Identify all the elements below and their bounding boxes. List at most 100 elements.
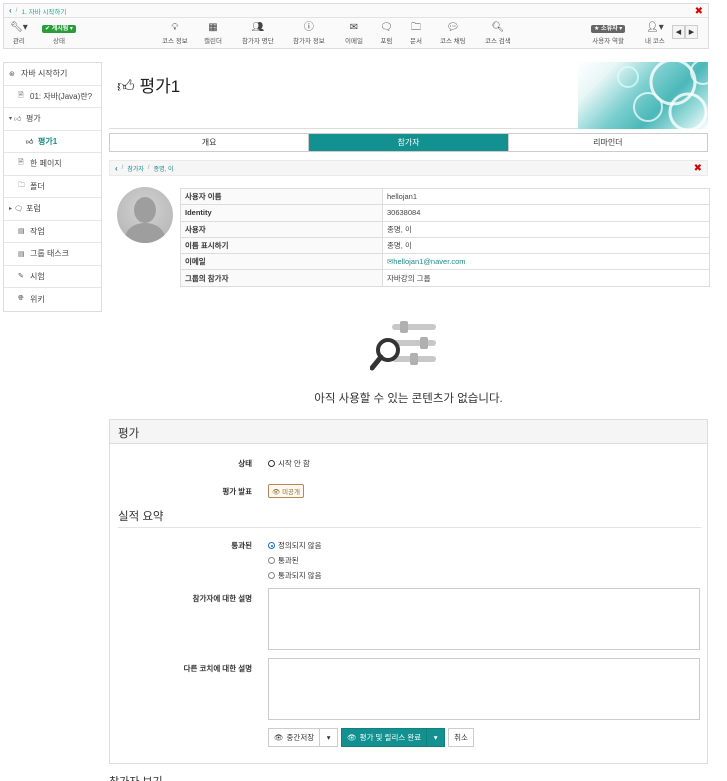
thumbsup-icon: 👍︎	[26, 138, 34, 146]
toolbar-item-calendar[interactable]: ▦ 캘린더	[204, 21, 222, 45]
status-menu[interactable]: ✔ 게시됨 ▾ 상태	[42, 21, 76, 45]
edit-icon: ✎	[18, 273, 24, 281]
admin-label: 관리	[12, 38, 25, 45]
prev-course-button[interactable]: ◀	[672, 25, 685, 39]
caret-down-icon[interactable]: ▾	[9, 115, 12, 122]
save-interim-button[interactable]: 👁︎ 중간저장	[268, 728, 321, 747]
caret-down-icon: ▾	[433, 733, 438, 742]
toolbar-item-documents[interactable]: 🗀︎ 문서	[410, 21, 422, 45]
sidebar-item-assessment1[interactable]: 👍︎ 평가1	[4, 131, 101, 153]
sidebar-item-course-root[interactable]: ⊛ 자바 시작하기	[4, 63, 101, 86]
empty-message: 아직 사용할 수 있는 콘텐츠가 없습니다.	[314, 393, 503, 405]
release-field-label: 평가 발표	[222, 487, 252, 496]
course-sidebar: ⊛ 자바 시작하기 🗎︎ 01: 자바(Java)란? ▾ 👍︎ 평가 👍︎ 평가1 🗎…	[3, 62, 102, 312]
sidebar-item-test[interactable]: ✎ 시험	[4, 266, 101, 288]
sidebar-item-forum[interactable]: ▸ 🗨︎ 포럼	[4, 198, 101, 221]
tab-reminders[interactable]: 리마인더	[508, 134, 707, 151]
summary-heading: 실적 요약	[118, 508, 701, 528]
status-field-label: 상태	[238, 459, 252, 468]
sidebar-item-assessment[interactable]: ▾ 👍︎ 평가	[4, 108, 101, 131]
tab-bar: 개요 참가자 리마인더	[109, 133, 708, 152]
user-icon: 👤︎▾	[646, 22, 664, 33]
thumbsup-icon: 👍︎	[14, 116, 22, 124]
passed-option-failed[interactable]: 통과되지 않음	[268, 570, 321, 581]
page-icon: 🗎︎	[18, 91, 24, 99]
table-row: 이메일 ✉hellojan1@naver.com	[180, 253, 710, 271]
wrench-icon: 🔧︎▾	[10, 22, 28, 33]
tab-participants[interactable]: 참가자	[309, 134, 509, 151]
table-row: Identity 30638084	[180, 204, 710, 222]
eye-icon: 👁︎	[274, 733, 284, 742]
eye-icon: 👁︎	[347, 733, 357, 742]
tab-overview[interactable]: 개요	[110, 134, 310, 151]
participant-comment-textarea[interactable]	[268, 588, 700, 650]
table-row: 사용자 종명, 이	[180, 220, 710, 238]
role-menu[interactable]: ★ 소유자 ▾ 사용자 역할	[591, 21, 626, 45]
table-row: 사용자 이름 hellojan1	[180, 187, 710, 206]
close-icon[interactable]: ✖	[695, 6, 703, 17]
sidebar-item-single-page[interactable]: 🗎︎ 한 페이지	[4, 153, 101, 176]
toolbar-item-forum[interactable]: 🗨︎ 포럼	[380, 21, 393, 45]
breadcrumb-current: 종명, 이	[153, 166, 174, 173]
page-icon: 🗎︎	[18, 159, 24, 167]
my-courses-menu[interactable]: 👤︎▾ 내 코스	[645, 21, 665, 45]
page-header: 👍︎ 평가1	[109, 62, 708, 129]
toolbar-item-participant-info[interactable]: ⓘ 참가자 정보	[293, 21, 325, 45]
top-breadcrumb: ‹ / 1. 자바 시작하기 ✖	[4, 4, 708, 18]
radio-button[interactable]	[268, 572, 275, 579]
header-decoration	[578, 62, 708, 129]
toolbar-item-course-search[interactable]: 🔍︎ 코스 검색	[485, 21, 511, 45]
thumbsup-icon: 👍︎	[117, 77, 135, 96]
breadcrumb-participants-link[interactable]: 참가자	[127, 164, 144, 173]
lightbulb-icon: 💡︎	[171, 22, 179, 33]
passed-field-label: 통과된	[231, 541, 252, 550]
globe-icon: 🌐︎	[18, 295, 24, 303]
table-row: 이름 표시하기 종명, 이	[180, 236, 710, 255]
coach-comment-label: 다른 코치에 대한 설명	[183, 664, 252, 673]
decorative-swirl	[617, 62, 708, 129]
coach-comment-textarea[interactable]	[268, 658, 700, 720]
back-arrow-icon[interactable]: ‹	[115, 164, 118, 173]
caret-down-icon: ▾	[326, 733, 331, 742]
toolbar-item-email[interactable]: ✉ 이메일	[345, 21, 363, 45]
bubble-icon: 💬︎	[446, 22, 460, 33]
participant-comment-label: 참가자에 대한 설명	[192, 594, 252, 603]
chat-icon: 🗨︎	[14, 205, 23, 213]
participant-breadcrumb: ‹ / 참가자 / 종명, 이 ✖	[109, 160, 708, 176]
close-icon[interactable]: ✖	[694, 163, 702, 174]
radio-button[interactable]	[268, 557, 275, 564]
save-options-dropdown[interactable]: ▾	[320, 728, 339, 747]
sidebar-item-wiki[interactable]: 🌐︎ 위키	[4, 288, 101, 311]
page-title: 👍︎ 평가1	[117, 77, 181, 96]
status-label: 상태	[52, 38, 65, 45]
breadcrumb-parent-link[interactable]: 1. 자바 시작하기	[21, 6, 66, 16]
sidebar-item-task[interactable]: ▤ 작업	[4, 221, 101, 243]
toolbar-item-course-chat[interactable]: 💬︎ 코스 채팅	[440, 21, 466, 45]
caret-right-icon[interactable]: ▸	[9, 205, 12, 212]
role-label: 사용자 역할	[592, 38, 624, 45]
course-icon: ⊛	[9, 70, 15, 78]
back-arrow-icon[interactable]: ‹	[9, 6, 12, 15]
eye-icon: 👁︎	[272, 489, 281, 496]
sidebar-item-java-intro[interactable]: 🗎︎ 01: 자바(Java)란?	[4, 86, 101, 108]
complete-options-dropdown[interactable]: ▾	[427, 728, 446, 747]
email-link[interactable]: ✉hellojan1@naver.com	[382, 253, 710, 271]
chat-icon: 🗨︎	[380, 22, 393, 33]
users-icon: 👥︎	[251, 22, 265, 33]
passed-option-undefined[interactable]: 정의되지 않음	[268, 540, 321, 551]
radio-button[interactable]	[268, 542, 275, 549]
table-row: 그룹의 참가자 자바강의 그룹	[180, 269, 710, 287]
course-toolbar: 🔧︎▾ 관리 ✔ 게시됨 ▾ 상태 💡︎ 코스 정보 ▦ 캘린더 👥︎ 참가자 …	[4, 18, 708, 49]
admin-menu[interactable]: 🔧︎▾ 관리	[10, 21, 28, 45]
passed-option-passed[interactable]: 통과된	[268, 555, 299, 566]
next-course-button[interactable]: ▶	[685, 25, 698, 39]
breadcrumb-separator: /	[15, 7, 18, 14]
toolbar-item-members[interactable]: 👥︎ 참가자 명단	[242, 21, 274, 45]
toolbar-item-course-info[interactable]: 💡︎ 코스 정보	[162, 21, 188, 45]
cancel-button[interactable]: 취소	[448, 728, 474, 747]
assessment-title: 평가	[110, 420, 707, 444]
folder-icon: 🗀︎	[410, 22, 421, 33]
complete-release-button[interactable]: 👁︎ 평가 및 릴리스 완료	[341, 728, 428, 747]
sidebar-item-folder[interactable]: 🗀︎ 폴더	[4, 176, 101, 198]
sidebar-item-group-task[interactable]: ▤ 그룹 태스크	[4, 243, 101, 266]
